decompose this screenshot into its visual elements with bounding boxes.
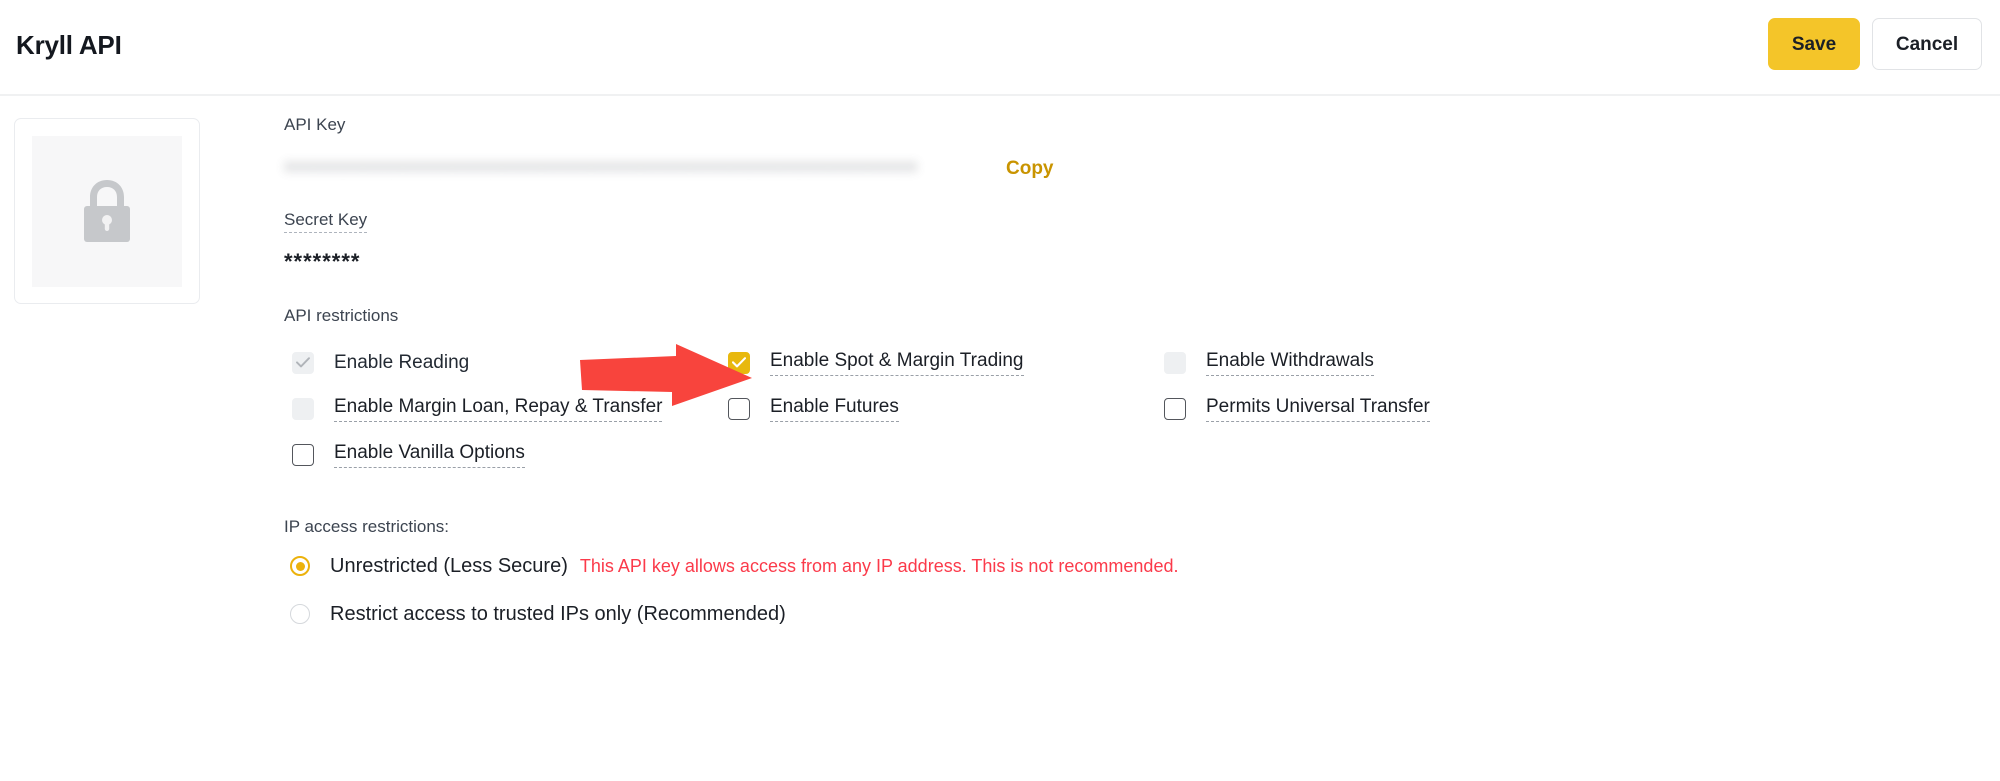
api-key-label: API Key [284, 115, 346, 134]
ip-option-restricted[interactable]: Restrict access to trusted IPs only (Rec… [284, 601, 1984, 627]
label-enable-futures[interactable]: Enable Futures [770, 396, 899, 423]
save-button[interactable]: Save [1768, 18, 1860, 70]
restriction-enable-withdrawals[interactable]: Enable Withdrawals [1164, 350, 1604, 377]
restriction-enable-margin-loan[interactable]: Enable Margin Loan, Repay & Transfer [284, 396, 728, 423]
label-enable-spot-margin-trading[interactable]: Enable Spot & Margin Trading [770, 350, 1024, 377]
secret-key-label-text[interactable]: Secret Key [284, 211, 368, 233]
restriction-enable-reading[interactable]: Enable Reading [284, 352, 728, 375]
checkbox-enable-withdrawals [1164, 351, 1186, 374]
restriction-row-1: Enable Reading Enable Spot & Margin Trad… [284, 340, 1984, 386]
cancel-button[interactable]: Cancel [1872, 18, 1982, 70]
api-avatar-placeholder [32, 135, 182, 287]
page-header: Kryll API Save Cancel [0, 0, 2000, 96]
secret-key-value: ******** [284, 249, 361, 274]
restriction-enable-vanilla-options[interactable]: Enable Vanilla Options [284, 442, 728, 469]
restriction-row-3: Enable Vanilla Options [284, 432, 1984, 478]
page-title: Kryll API [16, 30, 122, 60]
api-key-row: xxxxxxxxxxxxxxxxxxxxxxxxxxxxxxxxxxxxxxxx… [284, 155, 1984, 181]
label-enable-vanilla-options[interactable]: Enable Vanilla Options [334, 442, 525, 469]
label-enable-reading: Enable Reading [334, 351, 470, 373]
copy-api-key-button[interactable]: Copy [1006, 159, 1054, 178]
checkbox-enable-margin-loan [292, 397, 314, 420]
radio-restrict-trusted-ips[interactable] [290, 604, 310, 624]
checkbox-enable-reading [292, 351, 314, 374]
api-key-value: xxxxxxxxxxxxxxxxxxxxxxxxxxxxxxxxxxxxxxxx… [284, 158, 918, 176]
restriction-enable-spot-margin-trading[interactable]: Enable Spot & Margin Trading [728, 350, 1164, 377]
api-restrictions-label: API restrictions [284, 306, 399, 325]
restriction-row-2: Enable Margin Loan, Repay & Transfer Ena… [284, 386, 1984, 432]
header-actions: Save Cancel [1768, 18, 1982, 70]
checkbox-enable-futures[interactable] [728, 397, 750, 420]
label-enable-margin-loan[interactable]: Enable Margin Loan, Repay & Transfer [334, 396, 663, 423]
lock-icon [84, 180, 130, 242]
unrestricted-warning-text: This API key allows access from any IP a… [579, 556, 1179, 576]
checkbox-enable-spot-margin-trading[interactable] [728, 351, 750, 374]
restriction-permits-universal-transfer[interactable]: Permits Universal Transfer [1164, 396, 1604, 423]
api-restrictions-grid: Enable Reading Enable Spot & Margin Trad… [284, 340, 1984, 478]
checkbox-enable-vanilla-options[interactable] [292, 443, 314, 466]
label-unrestricted: Unrestricted (Less Secure) [330, 555, 568, 577]
api-settings-form: API Key xxxxxxxxxxxxxxxxxxxxxxxxxxxxxxxx… [284, 96, 1984, 627]
label-permits-universal-transfer[interactable]: Permits Universal Transfer [1206, 396, 1430, 423]
ip-option-unrestricted[interactable]: Unrestricted (Less Secure) This API key … [284, 553, 1984, 579]
checkbox-permits-universal-transfer[interactable] [1164, 397, 1186, 420]
check-icon [732, 357, 746, 368]
radio-unrestricted[interactable] [290, 556, 310, 576]
label-restrict-trusted-ips: Restrict access to trusted IPs only (Rec… [330, 603, 786, 625]
api-avatar-card [14, 118, 200, 304]
secret-key-label: Secret Key [284, 211, 1984, 233]
check-icon [296, 357, 310, 368]
restriction-enable-futures[interactable]: Enable Futures [728, 396, 1164, 423]
label-enable-withdrawals[interactable]: Enable Withdrawals [1206, 350, 1374, 377]
ip-access-restrictions-label: IP access restrictions: [284, 517, 450, 536]
